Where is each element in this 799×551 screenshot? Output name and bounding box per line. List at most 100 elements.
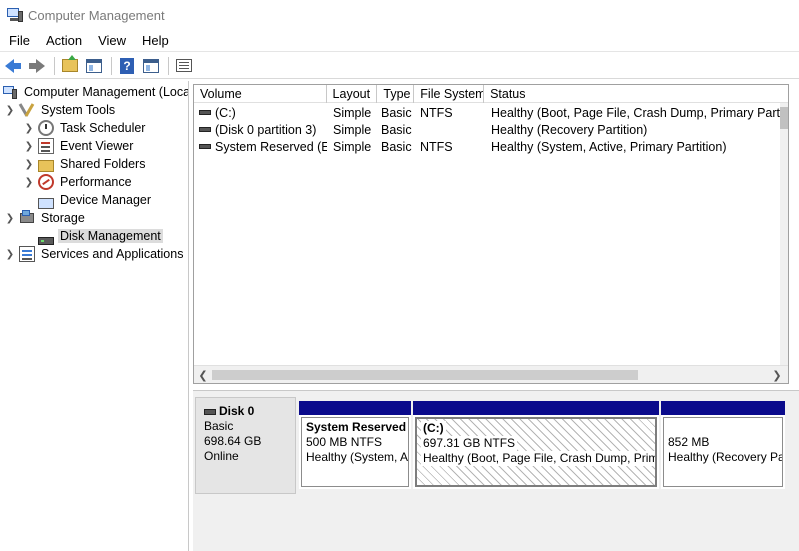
scroll-right-icon[interactable]: ❯ <box>768 366 786 383</box>
forward-arrow-icon <box>29 58 45 73</box>
partition-title: (C:) <box>421 421 446 436</box>
cell-type: Basic <box>381 122 412 137</box>
chevron-right-icon[interactable]: ❯ <box>4 248 16 260</box>
volume-icon <box>199 126 211 132</box>
tree-item-task-scheduler[interactable]: ❯ Task Scheduler <box>23 119 147 137</box>
menu-action[interactable]: Action <box>37 30 89 52</box>
chevron-right-icon[interactable]: ❯ <box>23 176 35 188</box>
tree-item-label: Device Manager <box>60 193 152 207</box>
partition-status: Healthy (Boot, Page File, Crash Dump, Pr… <box>421 451 655 466</box>
chevron-down-icon[interactable]: ❯ <box>4 104 16 116</box>
volume-icon <box>199 143 211 149</box>
tree-item-label: Performance <box>60 175 132 189</box>
performance-icon <box>38 174 54 190</box>
event-viewer-icon <box>38 138 54 154</box>
window-title: Computer Management <box>28 7 165 23</box>
table-row[interactable]: (Disk 0 partition 3) Simple Basic Health… <box>194 121 788 138</box>
cell-volume: (Disk 0 partition 3) <box>215 122 317 137</box>
toolbar-separator <box>168 56 169 75</box>
show-hide-action-pane-button[interactable] <box>140 55 162 77</box>
help-icon: ? <box>120 57 134 74</box>
partition-recovery[interactable]: 852 MB Healthy (Recovery Pa <box>661 401 785 489</box>
column-header-type[interactable]: Type <box>377 85 415 103</box>
menu-file[interactable]: File <box>0 30 37 52</box>
toolbar-separator <box>111 56 112 75</box>
show-hide-tree-icon <box>86 58 102 73</box>
volume-list: Volume Layout Type File System Status (C… <box>193 84 789 384</box>
chevron-down-icon[interactable]: ❯ <box>4 212 16 224</box>
tree-item-system-tools[interactable]: ❯ System Tools <box>4 101 117 119</box>
partition-title: System Reserved <box>306 420 407 434</box>
properties-button[interactable] <box>173 55 195 77</box>
chevron-right-icon[interactable]: ❯ <box>23 122 35 134</box>
tree-item-label: System Tools <box>41 103 116 117</box>
vertical-scrollbar[interactable] <box>780 103 788 365</box>
shared-folder-icon <box>38 160 54 172</box>
disk-management-icon <box>38 237 54 245</box>
horizontal-scrollbar-thumb[interactable] <box>212 370 638 380</box>
forward-button[interactable] <box>26 55 48 77</box>
tree-item-label: Computer Management (Local <box>24 85 189 99</box>
tree-item-disk-management[interactable]: Disk Management <box>38 227 163 245</box>
column-header-status[interactable]: Status <box>484 85 788 103</box>
tree-item-storage[interactable]: ❯ Storage <box>4 209 87 227</box>
show-hide-action-pane-icon <box>143 58 159 73</box>
partition-bar <box>661 401 785 415</box>
tree-item-performance[interactable]: ❯ Performance <box>23 173 134 191</box>
cell-status: Healthy (System, Active, Primary Partiti… <box>491 139 727 154</box>
column-header-file-system[interactable]: File System <box>414 85 485 103</box>
partition-system-reserved[interactable]: System Reserved 500 MB NTFS Healthy (Sys… <box>299 401 411 489</box>
table-row[interactable]: (C:) Simple Basic NTFS Healthy (Boot, Pa… <box>194 104 789 121</box>
tree-item-label: Task Scheduler <box>60 121 146 135</box>
tree-item-event-viewer[interactable]: ❯ Event Viewer <box>23 137 135 155</box>
show-hide-console-tree-button[interactable] <box>83 55 105 77</box>
scroll-left-icon[interactable]: ❮ <box>194 366 212 383</box>
console-tree: Computer Management (Local ❯ System Tool… <box>0 81 189 551</box>
cell-status: Healthy (Boot, Page File, Crash Dump, Pr… <box>491 105 789 120</box>
table-row[interactable]: System Reserved (E:) Simple Basic NTFS H… <box>194 138 788 155</box>
back-button[interactable] <box>2 55 24 77</box>
help-button[interactable]: ? <box>116 55 138 77</box>
cell-volume: (C:) <box>215 105 236 120</box>
cell-file-system: NTFS <box>420 105 453 120</box>
tree-item-label: Event Viewer <box>60 139 134 153</box>
tree-item-services-and-applications[interactable]: ❯ Services and Applications <box>4 245 185 263</box>
tree-item-label: Storage <box>41 211 85 225</box>
vertical-scrollbar-thumb[interactable] <box>780 107 788 129</box>
partition-status: Healthy (Recovery Pa <box>668 450 783 464</box>
tree-item-label: Disk Management <box>58 229 163 243</box>
disk-0-label[interactable]: Disk 0 Basic 698.64 GB Online <box>195 397 296 494</box>
tree-item-shared-folders[interactable]: ❯ Shared Folders <box>23 155 147 173</box>
storage-icon <box>19 210 35 226</box>
services-icon <box>19 246 35 262</box>
tree-item-computer-management[interactable]: Computer Management (Local <box>2 83 189 101</box>
menu-view[interactable]: View <box>89 30 133 52</box>
cell-layout: Simple <box>333 105 372 120</box>
properties-icon <box>176 59 192 72</box>
disk-state: Online <box>204 449 239 463</box>
cell-type: Basic <box>381 105 412 120</box>
column-header-volume[interactable]: Volume <box>194 85 327 103</box>
partition-status: Healthy (System, A <box>306 450 409 464</box>
volume-list-header: Volume Layout Type File System Status <box>194 85 788 103</box>
cell-volume: System Reserved (E:) <box>215 139 327 154</box>
partition-size: 500 MB NTFS <box>306 435 383 449</box>
column-header-layout[interactable]: Layout <box>327 85 378 103</box>
toolbar-separator <box>54 56 55 75</box>
title-bar: Computer Management <box>0 0 799 30</box>
volume-icon <box>199 109 211 115</box>
partition-title <box>668 420 778 435</box>
disk-size: 698.64 GB <box>204 434 262 448</box>
tree-item-device-manager[interactable]: Device Manager <box>38 191 153 209</box>
chevron-right-icon[interactable]: ❯ <box>23 140 35 152</box>
menu-help[interactable]: Help <box>133 30 176 52</box>
menu-bar: File Action View Help <box>0 30 799 52</box>
horizontal-scrollbar[interactable]: ❮ ❯ <box>194 365 788 383</box>
disk-icon <box>204 408 216 415</box>
partition-c[interactable]: (C:) 697.31 GB NTFS Healthy (Boot, Page … <box>413 401 659 489</box>
up-one-level-button[interactable] <box>59 55 81 77</box>
partition-bar <box>413 401 659 415</box>
chevron-right-icon[interactable]: ❯ <box>23 158 35 170</box>
tree-item-label: Shared Folders <box>60 157 146 171</box>
cell-file-system: NTFS <box>420 139 453 154</box>
